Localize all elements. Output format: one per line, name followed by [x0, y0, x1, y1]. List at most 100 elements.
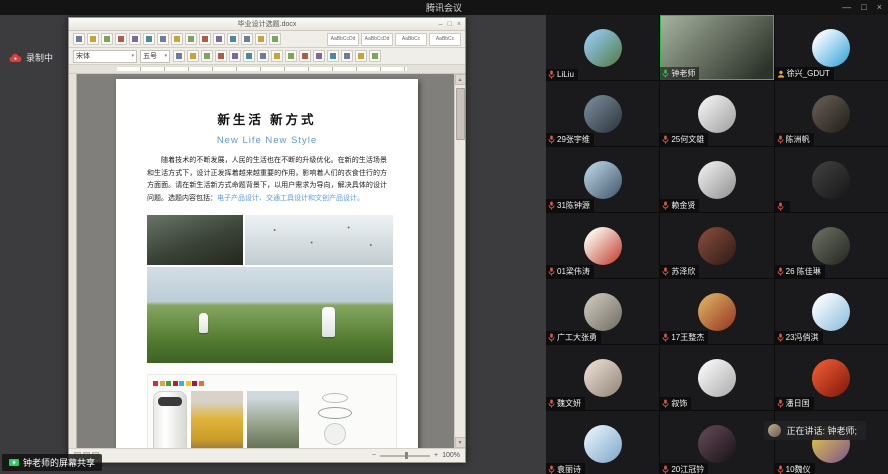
insert-chart-icon[interactable] [255, 33, 267, 45]
print-preview-icon[interactable] [129, 33, 141, 45]
style-gallery-item[interactable]: AaBbCcDd [361, 33, 393, 46]
mic-muted-icon [777, 202, 784, 211]
font-name-select[interactable]: 宋体 ▾ [73, 50, 137, 63]
document-page[interactable]: 新生活 新方式 New Life New Style 随着技术的不断发展，人民的… [116, 79, 418, 448]
window-controls: — □ × [842, 0, 882, 15]
participant-avatar [698, 425, 736, 463]
bullets-icon[interactable] [341, 50, 353, 62]
insert-table-icon[interactable] [241, 33, 253, 45]
numbering-icon[interactable] [327, 50, 339, 62]
document-canvas: 新生活 新方式 New Life New Style 随着技术的不断发展，人民的… [69, 74, 465, 448]
redo-icon[interactable] [227, 33, 239, 45]
doc-maximize-button[interactable]: □ [448, 21, 452, 28]
participant-tile[interactable]: 31陈钟源 [546, 147, 659, 212]
justify-icon[interactable] [299, 50, 311, 62]
sdg-color-square [173, 381, 178, 386]
find-icon[interactable] [269, 33, 281, 45]
horizontal-ruler[interactable] [69, 65, 465, 74]
participant-tile[interactable]: 赖金贤 [660, 147, 773, 212]
maximize-button[interactable]: □ [861, 3, 866, 12]
style-gallery-item[interactable]: AaBbCc [429, 33, 461, 46]
mic-muted-icon [662, 267, 669, 276]
cut-icon[interactable] [157, 33, 169, 45]
doc-close-button[interactable]: × [457, 21, 461, 28]
style-gallery-item[interactable]: AaBbCc [395, 33, 427, 46]
participant-tile[interactable]: 陈洲帆 [775, 81, 888, 146]
doc-minimize-button[interactable]: – [439, 21, 443, 28]
indent-decrease-icon[interactable] [355, 50, 367, 62]
font-size-select[interactable]: 五号 ▾ [140, 50, 170, 63]
participant-name-label: 陈洲帆 [775, 133, 814, 146]
speaking-toast: 正在讲话: 钟老师; [764, 421, 866, 440]
strikethrough-icon[interactable] [215, 50, 227, 62]
participant-tile[interactable]: 钟老师 [660, 15, 773, 80]
participant-name-label: 潘日国 [775, 397, 814, 410]
participant-tile[interactable]: 20江冠钤 [660, 411, 773, 474]
participant-avatar [812, 293, 850, 331]
document-scrollbar[interactable]: ▲ ▼ [454, 74, 465, 448]
participant-tile[interactable]: 徐兴_GDUT [775, 15, 888, 80]
tencent-meeting-window: 腾讯会议 — □ × 录制中 毕业设计选题.docx – □ × [0, 0, 888, 474]
participant-tile[interactable] [775, 147, 888, 212]
save-icon[interactable] [101, 33, 113, 45]
participant-tile[interactable]: 25何文雄 [660, 81, 773, 146]
new-doc-icon[interactable] [73, 33, 85, 45]
align-center-icon[interactable] [271, 50, 283, 62]
chevron-down-icon: ▾ [164, 53, 167, 59]
font-color-icon[interactable] [229, 50, 241, 62]
scrollbar-thumb[interactable] [456, 88, 465, 140]
minimize-button[interactable]: — [842, 3, 851, 12]
highlight-color-icon[interactable] [243, 50, 255, 62]
underline-icon[interactable] [201, 50, 213, 62]
open-icon[interactable] [87, 33, 99, 45]
participant-tile[interactable]: 魏文妍 [546, 345, 659, 410]
italic-icon[interactable] [187, 50, 199, 62]
zoom-in-button[interactable]: + [434, 452, 438, 459]
participant-name: 徐兴_GDUT [787, 68, 830, 79]
participant-name-label: 31陈钟源 [546, 199, 594, 212]
participant-tile[interactable]: 29张宇维 [546, 81, 659, 146]
align-left-icon[interactable] [257, 50, 269, 62]
participant-name: 17王整杰 [671, 332, 704, 343]
zoom-slider-handle[interactable] [405, 452, 408, 459]
participant-tile[interactable]: 袁丽诗 [546, 411, 659, 474]
scroll-down-button[interactable]: ▼ [455, 437, 466, 448]
sdg-logo-row [153, 381, 391, 386]
participant-tile[interactable]: 潘日国 [775, 345, 888, 410]
undo-icon[interactable] [213, 33, 225, 45]
vertical-ruler[interactable] [69, 74, 77, 448]
participant-tile[interactable]: 01梁伟涛 [546, 213, 659, 278]
format-painter-icon[interactable] [199, 33, 211, 45]
indent-increase-icon[interactable] [369, 50, 381, 62]
participant-avatar [584, 95, 622, 133]
line-spacing-icon[interactable] [313, 50, 325, 62]
main-area: 录制中 毕业设计选题.docx – □ × AaBbCcDdAaBbCcDdAa… [0, 15, 888, 474]
spell-check-icon[interactable] [143, 33, 155, 45]
participant-tile[interactable]: 23冯俏淇 [775, 279, 888, 344]
participant-tile[interactable]: 叙饰 [660, 345, 773, 410]
participant-tile[interactable]: LiLiu [546, 15, 659, 80]
chevron-down-icon: ▾ [131, 53, 134, 59]
recording-label: 录制中 [26, 51, 53, 64]
participant-name-label: 17王整杰 [660, 331, 708, 344]
recording-indicator[interactable]: 录制中 [9, 51, 53, 64]
participant-name-label: 赖金贤 [660, 199, 699, 212]
participant-tile[interactable]: 苏泽欣 [660, 213, 773, 278]
bold-icon[interactable] [173, 50, 185, 62]
print-icon[interactable] [115, 33, 127, 45]
zoom-slider[interactable] [380, 455, 430, 457]
participant-tile[interactable]: 26 陈佳琳 [775, 213, 888, 278]
align-right-icon[interactable] [285, 50, 297, 62]
participant-tile[interactable]: 17王整杰 [660, 279, 773, 344]
doc-photo-dandelion-sky [245, 215, 393, 265]
style-gallery-item[interactable]: AaBbCcDd [327, 33, 359, 46]
close-button[interactable]: × [877, 3, 882, 12]
zoom-out-button[interactable]: − [372, 452, 376, 459]
paste-icon[interactable] [185, 33, 197, 45]
exploded-ring-1 [322, 393, 348, 403]
copy-icon[interactable] [171, 33, 183, 45]
mic-muted-icon [548, 135, 555, 144]
participant-tile[interactable]: 广工大张勇 [546, 279, 659, 344]
document-window: 毕业设计选题.docx – □ × AaBbCcDdAaBbCcDdAaBbCc… [68, 17, 466, 463]
scroll-up-button[interactable]: ▲ [455, 74, 466, 85]
